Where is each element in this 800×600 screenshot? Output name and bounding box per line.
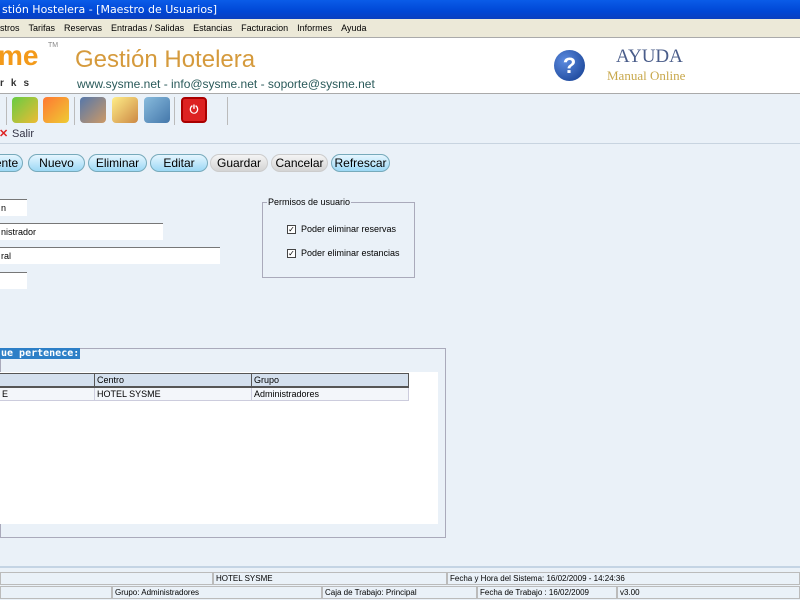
cancelar-button[interactable]: Cancelar xyxy=(271,154,328,172)
menu-bar: stros Tarifas Reservas Entradas / Salidas Es… xyxy=(0,19,800,37)
checkbox-checked-icon[interactable]: ✓ xyxy=(287,249,296,259)
groups-title: ue pertenece: xyxy=(0,348,81,359)
password-field[interactable] xyxy=(0,272,27,289)
guardar-button[interactable]: Guardar xyxy=(210,154,268,172)
close-icon[interactable]: ✕ xyxy=(0,127,8,140)
checkbox-checked-icon[interactable]: ✓ xyxy=(287,225,296,235)
user-name-field[interactable]: nistrador xyxy=(0,223,163,240)
manual-online-link[interactable]: Manual Online xyxy=(607,68,685,84)
checkout-icon[interactable] xyxy=(43,97,69,123)
checkbox-label: Poder eliminar estancias xyxy=(301,248,400,258)
menu-ayuda[interactable]: Ayuda xyxy=(341,23,366,33)
separator xyxy=(6,97,7,125)
menu-estancias[interactable]: Estancias xyxy=(193,23,232,33)
trademark: TM xyxy=(48,42,59,49)
salir-row: ✕ Salir xyxy=(0,127,800,144)
user-code-field[interactable]: n xyxy=(0,199,27,216)
salir-link[interactable]: Salir xyxy=(12,128,34,140)
title-bar: stión Hostelera - [Maestro de Usuarios] xyxy=(0,0,800,19)
col-header-empresa[interactable] xyxy=(0,373,95,388)
menu-entradas-salidas[interactable]: Entradas / Salidas xyxy=(111,23,184,33)
banner: me TM rks Gestión Hotelera www.sysme.net… xyxy=(0,37,800,94)
editar-button[interactable]: Editar xyxy=(150,154,208,172)
status-version: v3.00 xyxy=(617,586,800,599)
table-cell[interactable]: E xyxy=(0,388,95,401)
help-icon[interactable]: ? xyxy=(554,50,585,81)
logo: me xyxy=(0,40,39,71)
checkin-icon[interactable] xyxy=(12,97,38,123)
col-header-grupo[interactable]: Grupo xyxy=(252,373,409,388)
nuevo-button[interactable]: Nuevo xyxy=(28,154,85,172)
checkbox-label: Poder eliminar reservas xyxy=(301,224,397,234)
menu-reservas[interactable]: Reservas xyxy=(64,23,102,33)
eliminar-button[interactable]: Eliminar xyxy=(88,154,147,172)
menu-facturacion[interactable]: Facturacion xyxy=(241,23,288,33)
menu-informes[interactable]: Informes xyxy=(297,23,332,33)
status-empty xyxy=(0,572,213,585)
windows-users-icon[interactable] xyxy=(144,97,170,123)
separator xyxy=(174,97,175,125)
menu-tarifas[interactable]: Tarifas xyxy=(29,23,56,33)
hotel-users-icon[interactable] xyxy=(80,97,106,123)
permissions-title: Permisos de usuario xyxy=(267,197,352,207)
menu-registros[interactable]: stros xyxy=(0,23,20,33)
logo-subtitle: rks xyxy=(0,78,37,89)
separator xyxy=(227,97,228,125)
status-empty xyxy=(0,586,112,599)
help-title[interactable]: AYUDA xyxy=(616,46,683,68)
toolbar: ⏻ xyxy=(0,95,800,125)
perm-delete-reservations[interactable]: ✓ Poder eliminar reservas xyxy=(287,224,397,235)
status-group: Grupo: Administradores xyxy=(112,586,322,599)
col-header-centro[interactable]: Centro xyxy=(95,373,252,388)
separator xyxy=(74,97,75,125)
app-title: Gestión Hotelera xyxy=(75,46,256,73)
status-hotel: HOTEL SYSME xyxy=(213,572,447,585)
siguiente-button[interactable]: ente xyxy=(0,154,23,172)
status-cash: Caja de Trabajo: Principal xyxy=(322,586,477,599)
description-field[interactable]: ral xyxy=(0,247,220,264)
status-work-date: Fecha de Trabajo : 16/02/2009 xyxy=(477,586,617,599)
table-cell[interactable]: Administradores xyxy=(252,388,409,401)
contact-info: www.sysme.net - info@sysme.net - soporte… xyxy=(77,77,375,91)
status-system-datetime: Fecha y Hora del Sistema: 16/02/2009 - 1… xyxy=(447,572,800,585)
perm-delete-stays[interactable]: ✓ Poder eliminar estancias xyxy=(287,248,400,259)
notes-users-icon[interactable] xyxy=(112,97,138,123)
refrescar-button[interactable]: Refrescar xyxy=(331,154,390,172)
table-cell[interactable]: HOTEL SYSME xyxy=(95,388,252,401)
status-divider xyxy=(0,566,800,568)
power-exit-icon[interactable]: ⏻ xyxy=(181,97,207,123)
permissions-group xyxy=(262,202,415,278)
